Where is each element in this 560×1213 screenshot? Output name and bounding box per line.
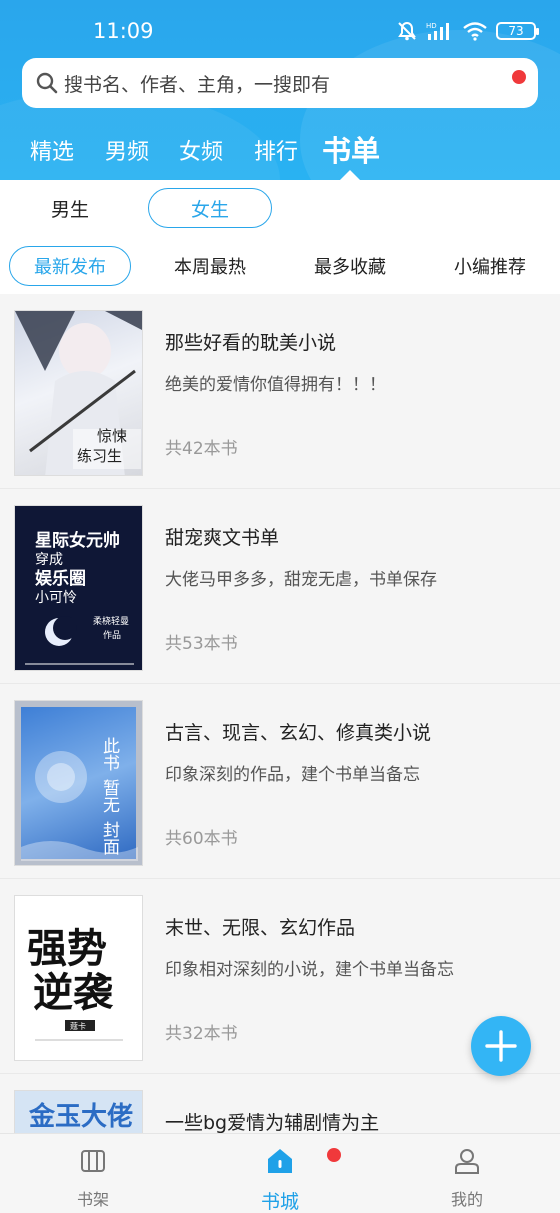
cover-title-line: 金玉大佬: [28, 1101, 133, 1132]
book-cover: 星际女元帅 穿成 娱乐圈 小可怜 柔桡轻曼 作品: [14, 505, 143, 671]
booklist-count: 共60本书: [165, 829, 238, 849]
booklist-count: 共32本书: [165, 1024, 238, 1044]
cover-title-line: 暂无: [99, 779, 120, 813]
cover-title-line: 封面: [99, 821, 120, 855]
status-icons: HD 73: [396, 20, 539, 42]
booklist-desc: 绝美的爱情你值得拥有！！！: [165, 375, 386, 395]
mute-bell-icon: [398, 21, 416, 41]
book-cover: 强势 逆袭 蔻卡: [14, 895, 143, 1061]
cover-title-line: 逆袭: [33, 969, 114, 1016]
booklist-title: 甜宠爽文书单: [165, 527, 280, 549]
sort-tab-editor-pick[interactable]: 小编推荐: [440, 246, 540, 286]
cover-title-line: 强势: [27, 925, 107, 972]
plus-icon: [485, 1030, 517, 1062]
gender-tab-male[interactable]: 男生: [22, 188, 118, 228]
sort-tab-latest[interactable]: 最新发布: [9, 246, 131, 286]
book-cover: 此书 暂无 封面: [14, 700, 143, 866]
tab-paihang[interactable]: 排行: [254, 134, 298, 166]
cover-art: 星际女元帅 穿成 娱乐圈 小可怜 柔桡轻曼 作品: [25, 530, 134, 665]
booklist-count: 共42本书: [165, 439, 238, 459]
add-booklist-button[interactable]: [471, 1016, 531, 1076]
cover-title-line: 小可怜: [35, 590, 77, 606]
nav-bookshelf[interactable]: 书架: [43, 1142, 143, 1210]
cover-title-line: 惊悚: [97, 427, 127, 445]
cover-art: 强势 逆袭 蔻卡: [27, 925, 123, 1041]
booklist-desc: 大佬马甲多多，甜宠无虐，书单保存: [165, 570, 437, 590]
nav-label: 书城: [260, 1191, 299, 1213]
cover-title-line: 穿成: [35, 552, 63, 568]
booklist-title: 一些bg爱情为辅剧情为主: [165, 1112, 380, 1134]
cover-title-line: 此书: [99, 737, 120, 771]
cover-author: 柔桡轻曼: [93, 615, 129, 627]
nav-badge-dot: [327, 1148, 341, 1162]
bottom-nav: 书架 书城 我的: [0, 1133, 560, 1213]
wifi-icon: [463, 22, 487, 41]
cover-art: 惊悚 练习生: [15, 311, 142, 475]
booklist-title: 那些好看的耽美小说: [165, 332, 337, 354]
search-icon: [36, 72, 58, 94]
cover-title-line: 星际女元帅: [35, 530, 120, 551]
top-tab-bar: 精选 男频 女频 排行 书单: [0, 124, 560, 170]
list-item[interactable]: 此书 暂无 封面 古言、现言、玄幻、修真类小说 印象深刻的作品，建个书单当备忘 …: [0, 686, 560, 879]
bookshelf-icon: [81, 1150, 105, 1172]
nav-profile[interactable]: 我的: [417, 1142, 517, 1210]
sort-tab-most-favorited[interactable]: 最多收藏: [300, 246, 400, 286]
booklist-desc: 印象相对深刻的小说，建个书单当备忘: [165, 960, 454, 980]
nav-label: 我的: [450, 1190, 483, 1209]
cover-author-note: 作品: [103, 629, 121, 641]
person-icon: [455, 1149, 479, 1174]
cover-title-line: 娱乐圈: [35, 568, 86, 589]
signal-icon: HD: [426, 22, 449, 40]
search-bar[interactable]: 搜书名、作者、主角，一搜即有: [22, 58, 538, 108]
tab-shudan[interactable]: 书单: [322, 128, 380, 170]
sort-tab-weekly-hot[interactable]: 本周最热: [160, 246, 260, 286]
tab-nanpin[interactable]: 男频: [105, 134, 149, 166]
home-icon: [268, 1149, 292, 1173]
booklist-title: 末世、无限、玄幻作品: [165, 917, 356, 939]
list-item[interactable]: 惊悚 练习生 那些好看的耽美小说 绝美的爱情你值得拥有！！！ 共42本书: [0, 296, 560, 489]
notification-dot: [512, 70, 526, 84]
cover-author: 蔻卡: [70, 1021, 86, 1031]
booklist-count: 共53本书: [165, 634, 238, 654]
network-label: HD: [426, 22, 437, 30]
gender-tab-female[interactable]: 女生: [148, 188, 272, 228]
battery-indicator: 73: [496, 22, 539, 40]
tab-jingxuan[interactable]: 精选: [30, 134, 74, 166]
status-time: 11:09: [93, 19, 154, 43]
search-placeholder: 搜书名、作者、主角，一搜即有: [64, 74, 331, 96]
tab-nvpin[interactable]: 女频: [179, 134, 223, 166]
cover-art: 此书 暂无 封面: [21, 707, 138, 861]
status-bar: 11:09 HD 73: [0, 0, 560, 62]
cover-title-line: 练习生: [77, 447, 122, 465]
nav-label: 书架: [76, 1190, 109, 1209]
booklist-title: 古言、现言、玄幻、修真类小说: [165, 722, 432, 744]
list-item[interactable]: 星际女元帅 穿成 娱乐圈 小可怜 柔桡轻曼 作品 甜宠爽文书单 大佬马甲多多，甜…: [0, 491, 560, 684]
nav-bookstore[interactable]: 书城: [230, 1142, 330, 1213]
booklist-desc: 印象深刻的作品，建个书单当备忘: [165, 765, 420, 785]
active-tab-pointer: [340, 170, 360, 180]
book-cover: 惊悚 练习生: [14, 310, 143, 476]
